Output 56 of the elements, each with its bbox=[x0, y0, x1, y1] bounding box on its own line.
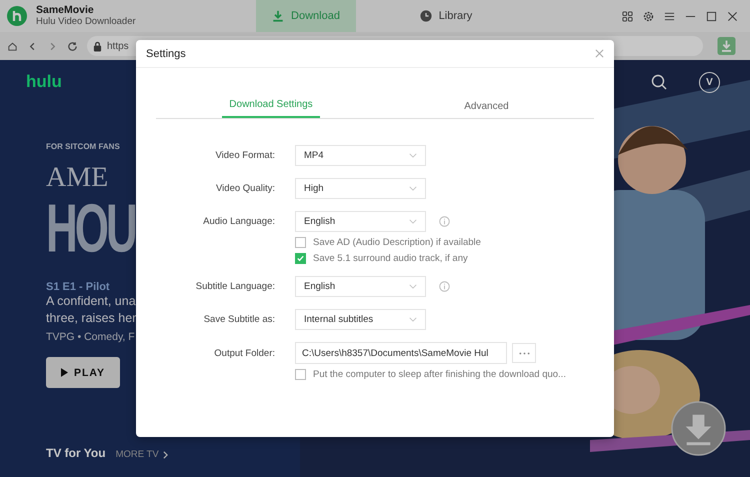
chevron-down-icon bbox=[409, 186, 417, 191]
dropdown[interactable]: MP4 bbox=[295, 145, 426, 166]
checkbox[interactable] bbox=[295, 253, 306, 264]
reload-icon[interactable] bbox=[67, 40, 78, 52]
settings-icon[interactable] bbox=[643, 10, 654, 22]
episode-meta: TVPG • Comedy, F bbox=[46, 331, 135, 343]
play-button[interactable]: PLAY bbox=[46, 357, 120, 388]
profile-avatar[interactable]: V bbox=[699, 72, 720, 92]
field-label: Video Format: bbox=[214, 150, 275, 161]
field-label: Subtitle Language: bbox=[194, 281, 275, 292]
nav-tab[interactable]: Library bbox=[396, 0, 496, 32]
checkbox[interactable] bbox=[295, 369, 306, 380]
show-title-art: HOU bbox=[46, 191, 135, 268]
download-icon bbox=[272, 10, 284, 22]
dropdown[interactable]: English bbox=[295, 211, 426, 232]
episode-description: A confident, una bbox=[46, 293, 136, 310]
dropdown[interactable]: Internal subtitles bbox=[295, 309, 426, 330]
hulu-logo[interactable]: hulu bbox=[26, 72, 62, 92]
more-link[interactable]: MORE TV bbox=[116, 449, 168, 460]
app-subtitle: Hulu Video Downloader bbox=[36, 16, 136, 28]
checkbox[interactable] bbox=[295, 237, 306, 248]
episode-description: three, raises her bbox=[46, 310, 136, 327]
chevron-down-icon bbox=[409, 317, 417, 322]
play-icon bbox=[60, 368, 68, 377]
episode-title: S1 E1 - Pilot bbox=[46, 281, 110, 293]
home-icon[interactable] bbox=[7, 40, 18, 52]
app-logo-icon bbox=[7, 6, 27, 26]
more-icon bbox=[518, 352, 530, 354]
field-label: Audio Language: bbox=[202, 216, 275, 227]
dialog-title: Settings bbox=[146, 48, 186, 60]
chevron-down-icon bbox=[409, 219, 417, 224]
field-label: Video Quality: bbox=[215, 183, 275, 194]
show-title-art: AME bbox=[46, 165, 108, 191]
lock-icon bbox=[93, 40, 102, 52]
dropdown[interactable]: High bbox=[295, 178, 426, 199]
folder-path-field[interactable]: C:\Users\h8357\Documents\SameMovie Hul bbox=[295, 342, 507, 364]
checkbox-label: Save AD (Audio Description) if available bbox=[313, 237, 481, 248]
row-title: TV for You bbox=[46, 446, 106, 460]
dropdown[interactable]: English bbox=[295, 276, 426, 297]
grid-icon[interactable] bbox=[622, 10, 633, 22]
search-icon[interactable] bbox=[651, 74, 667, 90]
field-label: Output Folder: bbox=[213, 348, 275, 358]
chevron-icon bbox=[162, 450, 168, 458]
maximize-icon[interactable] bbox=[706, 10, 717, 22]
chevron-down-icon bbox=[409, 153, 417, 158]
download-fab-icon[interactable] bbox=[671, 401, 726, 456]
close-icon[interactable] bbox=[727, 10, 738, 22]
settings-tab[interactable]: Advanced bbox=[379, 92, 594, 118]
checkbox-label: Save 5.1 surround audio track, if any bbox=[313, 253, 468, 264]
checkbox-label: Put the computer to sleep after finishing the download quo... bbox=[313, 369, 566, 380]
eyebrow-label: FOR SITCOM FANS bbox=[46, 142, 120, 151]
app-name: SameMovie bbox=[36, 4, 95, 16]
field-label: Save Subtitle as: bbox=[202, 314, 275, 325]
chevron-down-icon bbox=[409, 284, 417, 289]
clock-icon bbox=[420, 10, 432, 22]
menu-icon[interactable] bbox=[664, 10, 675, 22]
